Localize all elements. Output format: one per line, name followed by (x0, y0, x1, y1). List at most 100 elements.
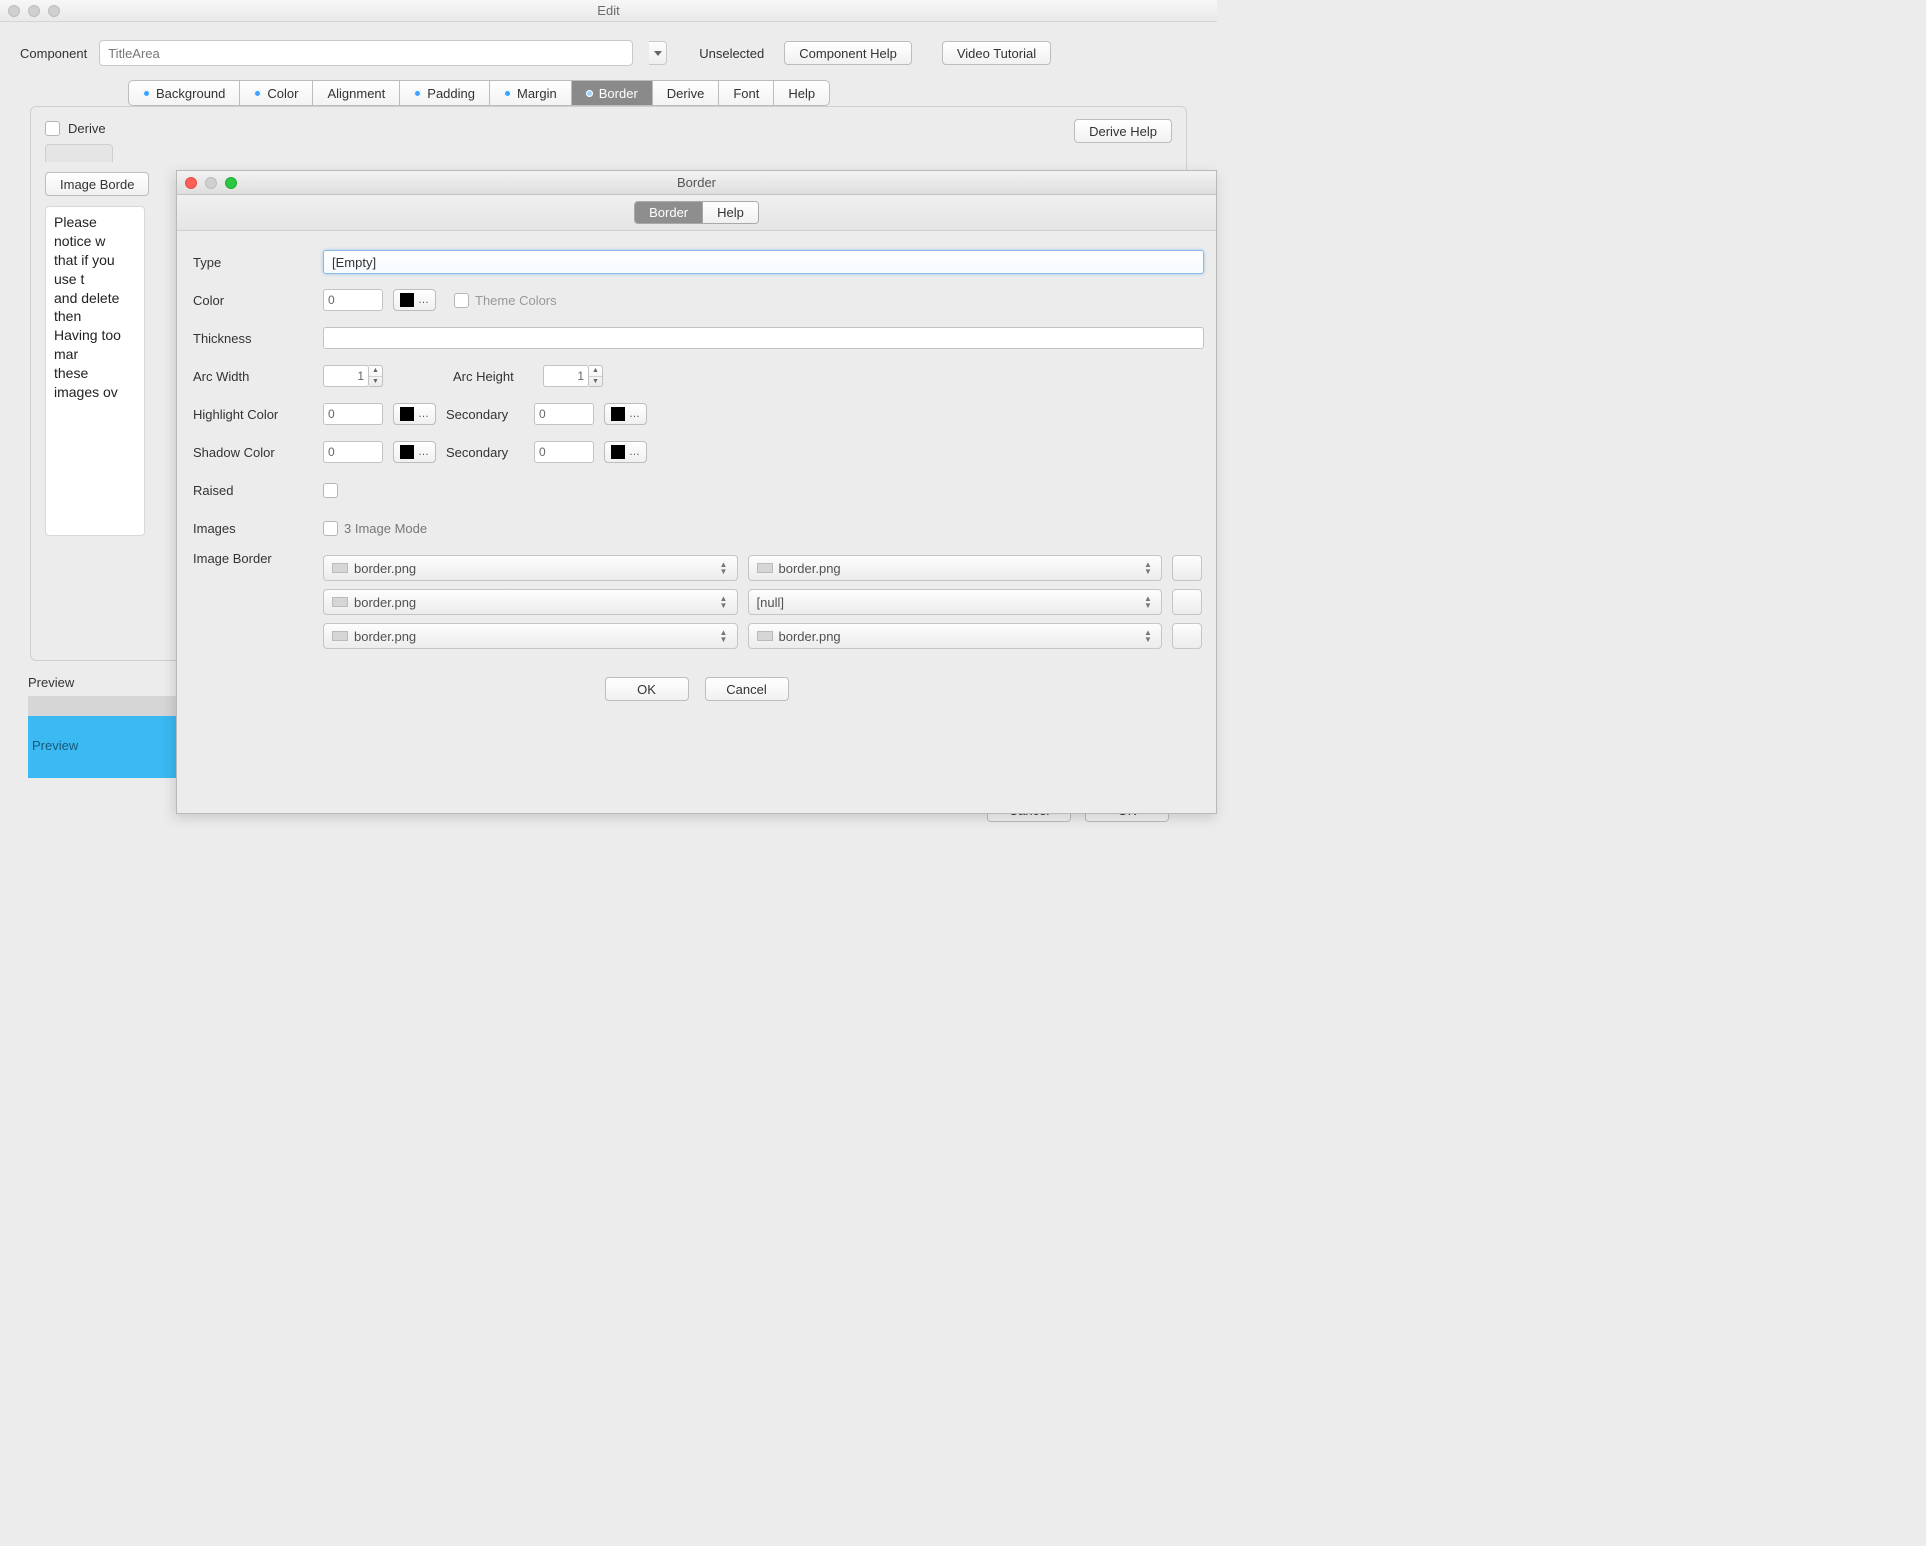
highlight-color-well[interactable]: … (393, 403, 436, 425)
tab-derive[interactable]: Derive (652, 80, 719, 106)
tab-font[interactable]: Font (718, 80, 773, 106)
ellipsis-icon: … (629, 408, 640, 420)
swatch-icon (611, 407, 625, 421)
component-label: Component (20, 46, 87, 61)
thumbnail-icon (757, 631, 773, 641)
border-dialog: Border Border Help Type [Empty] Color … … (176, 170, 1217, 814)
notice-text: Please notice w that if you use t and de… (45, 206, 145, 536)
zoom-icon[interactable] (225, 177, 237, 189)
chevron-up-icon: ▲ (369, 366, 382, 377)
tab-margin[interactable]: Margin (489, 80, 571, 106)
three-image-mode-label: 3 Image Mode (344, 521, 427, 536)
minimize-icon[interactable] (205, 177, 217, 189)
image-border-edge-3[interactable] (1172, 623, 1202, 649)
video-tutorial-button[interactable]: Video Tutorial (942, 41, 1051, 65)
image-border-button[interactable]: Image Borde (45, 172, 149, 196)
stepper-arrows[interactable]: ▲▼ (369, 365, 383, 387)
dot-icon (414, 90, 421, 97)
minimize-icon[interactable] (28, 5, 40, 17)
dialog-tab-help[interactable]: Help (703, 202, 758, 223)
image-border-edge-2[interactable] (1172, 589, 1202, 615)
component-dropdown-button[interactable] (649, 41, 667, 65)
image-border-combo-1[interactable]: border.png▲▼ (323, 555, 738, 581)
three-image-mode-checkbox[interactable] (323, 521, 338, 536)
shadow-color-input[interactable] (323, 441, 383, 463)
tab-alignment[interactable]: Alignment (312, 80, 399, 106)
swatch-icon (611, 445, 625, 459)
component-input[interactable] (108, 46, 608, 61)
updown-icon: ▲▼ (1141, 561, 1155, 575)
dialog-tab-border[interactable]: Border (635, 202, 703, 223)
thumbnail-icon (757, 563, 773, 573)
highlight-color-label: Highlight Color (193, 407, 323, 422)
chevron-down-icon: ▼ (369, 377, 382, 387)
zoom-icon[interactable] (48, 5, 60, 17)
arc-width-input[interactable] (323, 365, 369, 387)
image-border-combo-5[interactable]: border.png▲▼ (323, 623, 738, 649)
thumbnail-icon (332, 631, 348, 641)
arc-height-input[interactable] (543, 365, 589, 387)
chevron-down-icon: ▼ (589, 377, 602, 387)
shadow-color-well[interactable]: … (393, 441, 436, 463)
traffic-lights (8, 5, 60, 17)
thickness-label: Thickness (193, 331, 323, 346)
shadow-color-label: Shadow Color (193, 445, 323, 460)
tab-border[interactable]: Border (571, 80, 652, 106)
thumbnail-icon (332, 597, 348, 607)
dialog-titlebar: Border (177, 171, 1216, 195)
image-border-edge-1[interactable] (1172, 555, 1202, 581)
dot-icon (254, 90, 261, 97)
chevron-down-icon (654, 51, 662, 56)
ellipsis-icon: … (418, 408, 429, 420)
dot-icon (143, 90, 150, 97)
derive-label: Derive (68, 121, 106, 136)
stepper-arrows[interactable]: ▲▼ (589, 365, 603, 387)
tab-color[interactable]: Color (239, 80, 312, 106)
shadow-secondary-well[interactable]: … (604, 441, 647, 463)
tab-help[interactable]: Help (773, 80, 830, 106)
image-border-combo-4[interactable]: [null]▲▼ (748, 589, 1163, 615)
close-icon[interactable] (8, 5, 20, 17)
ellipsis-icon: … (629, 446, 640, 458)
highlight-color-input[interactable] (323, 403, 383, 425)
image-border-combo-2[interactable]: border.png▲▼ (748, 555, 1163, 581)
arc-width-stepper[interactable]: ▲▼ (323, 365, 383, 387)
subpanel-tab[interactable] (45, 144, 113, 162)
swatch-icon (400, 445, 414, 459)
dialog-cancel-button[interactable]: Cancel (705, 677, 789, 701)
traffic-lights (185, 177, 237, 189)
dot-icon (586, 90, 593, 97)
ellipsis-icon: … (418, 294, 429, 306)
image-border-label: Image Border (193, 551, 323, 566)
dialog-ok-button[interactable]: OK (605, 677, 689, 701)
swatch-icon (400, 293, 414, 307)
shadow-secondary-input[interactable] (534, 441, 594, 463)
updown-icon: ▲▼ (717, 561, 731, 575)
chevron-up-icon: ▲ (589, 366, 602, 377)
color-input[interactable] (323, 289, 383, 311)
component-help-button[interactable]: Component Help (784, 41, 912, 65)
type-label: Type (193, 255, 323, 270)
component-state: Unselected (699, 46, 764, 61)
derive-help-button[interactable]: Derive Help (1074, 119, 1172, 143)
ellipsis-icon: … (418, 446, 429, 458)
raised-checkbox[interactable] (323, 483, 338, 498)
dot-icon (504, 90, 511, 97)
color-label: Color (193, 293, 323, 308)
type-combo[interactable]: [Empty] (323, 250, 1204, 274)
thickness-input[interactable] (323, 327, 1204, 349)
component-combo[interactable] (99, 40, 633, 66)
derive-checkbox[interactable] (45, 121, 60, 136)
theme-colors-checkbox[interactable] (454, 293, 469, 308)
arc-height-stepper[interactable]: ▲▼ (543, 365, 603, 387)
image-border-combo-3[interactable]: border.png▲▼ (323, 589, 738, 615)
highlight-secondary-input[interactable] (534, 403, 594, 425)
tab-background[interactable]: Background (128, 80, 239, 106)
highlight-secondary-well[interactable]: … (604, 403, 647, 425)
thumbnail-icon (332, 563, 348, 573)
image-border-combo-6[interactable]: border.png▲▼ (748, 623, 1163, 649)
color-well[interactable]: … (393, 289, 436, 311)
highlight-secondary-label: Secondary (446, 407, 534, 422)
close-icon[interactable] (185, 177, 197, 189)
tab-padding[interactable]: Padding (399, 80, 489, 106)
